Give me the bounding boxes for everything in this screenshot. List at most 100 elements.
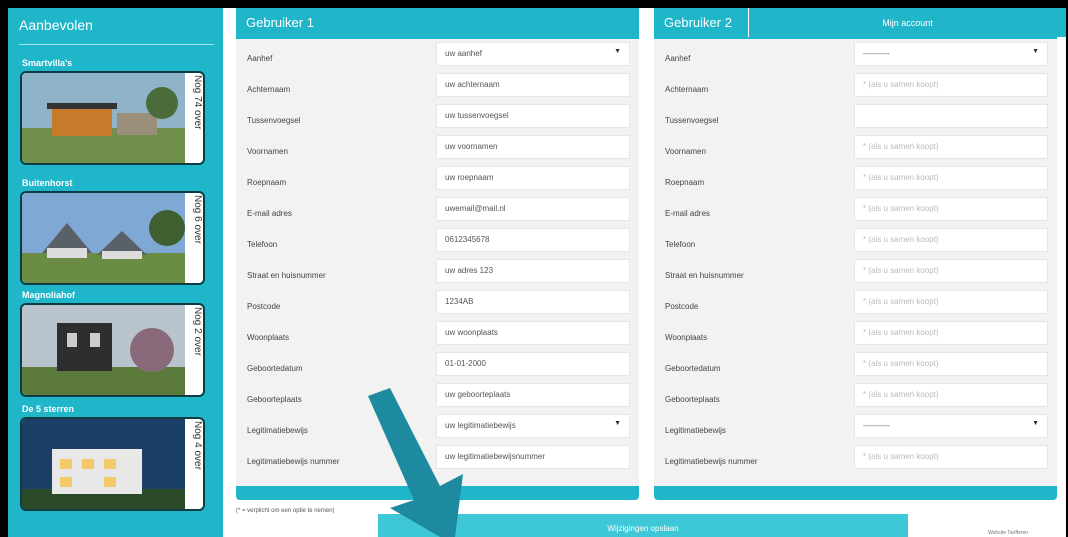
text-input[interactable]: uw achternaam [436, 73, 630, 97]
field-label: Voornamen [247, 147, 288, 156]
text-input[interactable]: * (als u samen koopt) [854, 383, 1048, 407]
form-row: Legitimatiebewijs uw legitimatiebewijs ▼ [236, 411, 639, 442]
project-image [22, 419, 185, 509]
field-label: Tussenvoegsel [665, 116, 719, 125]
project-card[interactable]: Nog 2 over [20, 303, 205, 397]
text-input[interactable]: * (als u samen koopt) [854, 73, 1048, 97]
form-row: Straat en huisnummer uw adres 123 [236, 256, 639, 287]
text-input[interactable]: * (als u samen koopt) [854, 259, 1048, 283]
project-card[interactable]: Nog 74 over [20, 71, 205, 165]
user1-panel-footer [236, 486, 639, 500]
field-label: Legitimatiebewijs nummer [665, 457, 758, 466]
field-label: Geboorteplaats [247, 395, 302, 404]
text-input[interactable]: uw voornamen [436, 135, 630, 159]
field-label: Woonplaats [665, 333, 708, 342]
text-input[interactable] [854, 104, 1048, 128]
form-row: Geboorteplaats uw geboorteplaats [236, 380, 639, 411]
chevron-down-icon: ▼ [1032, 48, 1039, 55]
sidebar-title: Aanbevolen [19, 17, 93, 33]
form-row: Voornamen * (als u samen koopt) [654, 132, 1057, 163]
chevron-down-icon: ▼ [614, 420, 621, 427]
text-input[interactable]: * (als u samen koopt) [854, 352, 1048, 376]
my-account-tab[interactable]: Mijn account [748, 8, 1066, 37]
field-label: Roepnaam [665, 178, 705, 187]
form-row: Aanhef uw aanhef ▼ [236, 39, 639, 70]
field-label: Achternaam [247, 85, 291, 94]
text-input[interactable]: uw geboorteplaats [436, 383, 630, 407]
text-input[interactable]: * (als u samen koopt) [854, 321, 1048, 345]
project-card-smartvillas[interactable]: Smartvilla's Nog 74 over [20, 58, 215, 170]
user1-title: Gebruiker 1 [236, 8, 639, 39]
text-input[interactable]: 0612345678 [436, 228, 630, 252]
project-image [22, 73, 185, 163]
project-name: Magnoliahof [22, 290, 75, 300]
select-field[interactable]: ---------- ▼ [854, 414, 1048, 438]
field-label: Tussenvoegsel [247, 116, 301, 125]
field-label: Telefoon [247, 240, 278, 249]
page: Aanbevolen Smartvilla's Nog 74 over Buit… [8, 8, 1066, 537]
user2-panel: Gebruiker 2 Aanhef ---------- ▼ Achternaam *… [654, 8, 1057, 500]
project-card-de-5-sterren[interactable]: De 5 sterren Nog 4 over [20, 404, 215, 516]
project-count: Nog 74 over [192, 75, 203, 130]
text-input[interactable]: uw legitimatiebewijsnummer [436, 445, 630, 469]
text-input[interactable]: uw adres 123 [436, 259, 630, 283]
project-count: Nog 6 over [192, 195, 203, 244]
form-row: Woonplaats * (als u samen koopt) [654, 318, 1057, 349]
project-card-buitenhorst[interactable]: Buitenhorst Nog 6 over [20, 178, 215, 290]
text-input[interactable]: * (als u samen koopt) [854, 445, 1048, 469]
text-input[interactable]: * (als u samen koopt) [854, 290, 1048, 314]
form-row: E-mail adres * (als u samen koopt) [654, 194, 1057, 225]
field-label: E-mail adres [665, 209, 710, 218]
field-label: Telefoon [665, 240, 696, 249]
text-input[interactable]: uw woonplaats [436, 321, 630, 345]
project-name: Smartvilla's [22, 58, 73, 68]
project-name: De 5 sterren [22, 404, 75, 414]
user2-panel-footer [654, 486, 1057, 500]
field-label: Woonplaats [247, 333, 290, 342]
field-label: Straat en huisnummer [665, 271, 744, 280]
text-input[interactable]: * (als u samen koopt) [854, 228, 1048, 252]
select-value: ---------- [863, 49, 890, 58]
select-field[interactable]: ---------- ▼ [854, 42, 1048, 66]
field-label: Achternaam [665, 85, 709, 94]
form-row: Geboorteplaats * (als u samen koopt) [654, 380, 1057, 411]
text-input[interactable]: uwemail@mail.nl [436, 197, 630, 221]
form-row: Achternaam uw achternaam [236, 70, 639, 101]
footer-link[interactable]: Website Tarifferen [988, 530, 1028, 536]
sidebar: Aanbevolen Smartvilla's Nog 74 over Buit… [8, 8, 223, 537]
field-label: E-mail adres [247, 209, 292, 218]
field-label: Aanhef [247, 54, 273, 63]
user1-panel: Gebruiker 1 Aanhef uw aanhef ▼ Achternaam uw… [236, 8, 639, 500]
project-name: Buitenhorst [22, 178, 73, 188]
text-input[interactable]: uw roepnaam [436, 166, 630, 190]
form-row: Postcode 1234AB [236, 287, 639, 318]
project-card[interactable]: Nog 6 over [20, 191, 205, 285]
project-card-magnoliahof[interactable]: Magnoliahof Nog 2 over [20, 290, 215, 402]
save-changes-button[interactable]: Wijzigingen opslaan [378, 514, 908, 537]
select-field[interactable]: uw aanhef ▼ [436, 42, 630, 66]
form-row: E-mail adres uwemail@mail.nl [236, 194, 639, 225]
project-image [22, 193, 185, 283]
project-card[interactable]: Nog 4 over [20, 417, 205, 511]
form-row: Achternaam * (als u samen koopt) [654, 70, 1057, 101]
text-input[interactable]: * (als u samen koopt) [854, 135, 1048, 159]
field-label: Geboorteplaats [665, 395, 720, 404]
project-image [22, 305, 185, 395]
text-input[interactable]: uw tussenvoegsel [436, 104, 630, 128]
required-note: (* = verplicht om een optie te nemen) [236, 508, 335, 514]
text-input[interactable]: * (als u samen koopt) [854, 197, 1048, 221]
text-input[interactable]: 01-01-2000 [436, 352, 630, 376]
field-label: Postcode [665, 302, 699, 311]
form-row: Postcode * (als u samen koopt) [654, 287, 1057, 318]
text-input[interactable]: * (als u samen koopt) [854, 166, 1048, 190]
form-row: Roepnaam uw roepnaam [236, 163, 639, 194]
field-label: Legitimatiebewijs nummer [247, 457, 340, 466]
form-row: Straat en huisnummer * (als u samen koopt… [654, 256, 1057, 287]
form-row: Tussenvoegsel [654, 101, 1057, 132]
field-label: Aanhef [665, 54, 691, 63]
form-row: Aanhef ---------- ▼ [654, 39, 1057, 70]
form-row: Telefoon * (als u samen koopt) [654, 225, 1057, 256]
sidebar-divider [19, 44, 214, 45]
text-input[interactable]: 1234AB [436, 290, 630, 314]
select-field[interactable]: uw legitimatiebewijs ▼ [436, 414, 630, 438]
